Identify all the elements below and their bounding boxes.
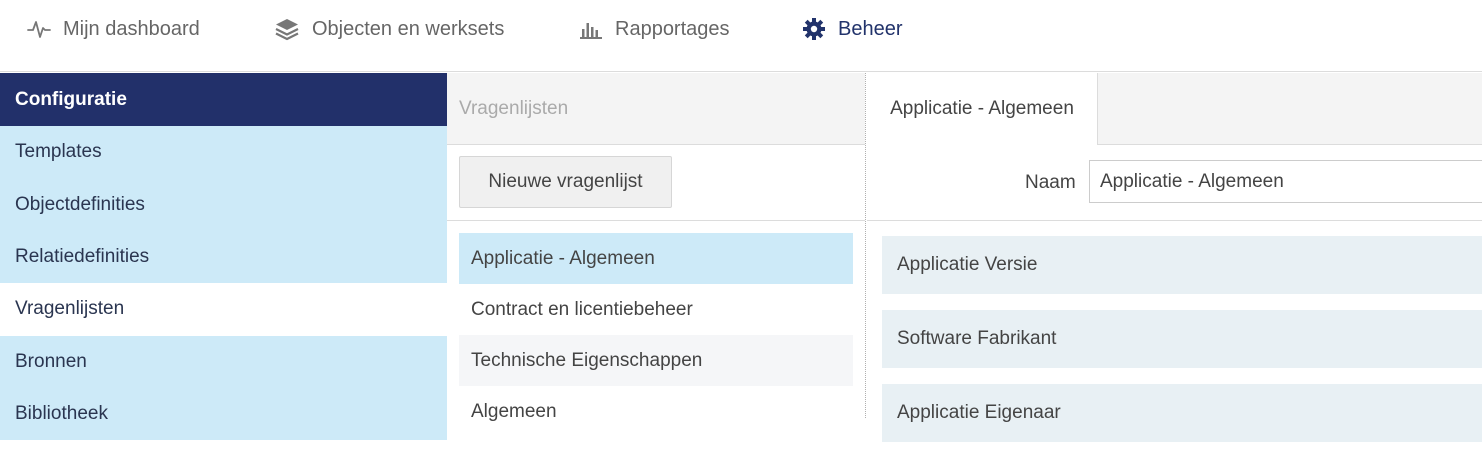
tab-applicatie-algemeen[interactable]: Applicatie - Algemeen: [867, 73, 1098, 145]
sidebar-item-bronnen[interactable]: Bronnen: [0, 335, 447, 388]
question-fields: Applicatie Versie Software Fabrikant App…: [882, 236, 1482, 458]
sidebar-item-bibliotheek[interactable]: Bibliotheek: [0, 387, 447, 441]
nav-label: Beheer: [838, 17, 903, 40]
name-form-row: Naam: [867, 145, 1482, 221]
nav-label: Objecten en werksets: [312, 17, 505, 40]
gear-icon: [802, 17, 826, 41]
activity-pulse-icon: [27, 17, 51, 41]
list-item[interactable]: Applicatie - Algemeen: [459, 233, 853, 284]
field-applicatie-versie[interactable]: Applicatie Versie: [882, 236, 1482, 294]
top-navigation: Mijn dashboard Objecten en werksets Rapp…: [0, 0, 1482, 72]
nav-label: Mijn dashboard: [63, 17, 200, 40]
list-item[interactable]: Algemeen: [459, 386, 853, 437]
layers-stack-icon: [274, 17, 300, 41]
panel-title: Vragenlijsten: [447, 73, 865, 145]
nav-objecten-en-werksets[interactable]: Objecten en werksets: [274, 0, 504, 58]
field-software-fabrikant[interactable]: Software Fabrikant: [882, 310, 1482, 368]
name-input[interactable]: [1089, 160, 1482, 203]
sidebar-header: Configuratie: [0, 73, 447, 126]
tab-bar: Applicatie - Algemeen: [867, 73, 1482, 145]
questionnaire-list-panel: Vragenlijsten Nieuwe vragenlijst Applica…: [447, 73, 866, 422]
bar-chart-icon: [579, 18, 603, 40]
nav-mijn-dashboard[interactable]: Mijn dashboard: [27, 0, 200, 58]
new-questionnaire-button[interactable]: Nieuwe vragenlijst: [459, 156, 672, 208]
questionnaire-list: Applicatie - Algemeen Contract en licent…: [459, 233, 853, 437]
sidebar-item-templates[interactable]: Templates: [0, 126, 447, 179]
field-applicatie-eigenaar[interactable]: Applicatie Eigenaar: [882, 384, 1482, 442]
nav-beheer[interactable]: Beheer: [802, 0, 903, 58]
questionnaire-detail-panel: Applicatie - Algemeen Naam Applicatie Ve…: [867, 73, 1482, 442]
sidebar-item-relatiedefinities[interactable]: Relatiedefinities: [0, 230, 447, 284]
configuration-sidebar: Configuratie Templates Objectdefinities …: [0, 73, 447, 441]
nav-rapportages[interactable]: Rapportages: [579, 0, 730, 58]
panel-toolbar: Nieuwe vragenlijst: [447, 145, 865, 221]
sidebar-item-objectdefinities[interactable]: Objectdefinities: [0, 178, 447, 231]
sidebar-item-vragenlijsten[interactable]: Vragenlijsten: [0, 283, 447, 336]
list-item[interactable]: Technische Eigenschappen: [459, 335, 853, 386]
name-label: Naam: [1025, 172, 1076, 193]
list-item[interactable]: Contract en licentiebeheer: [459, 284, 853, 335]
nav-label: Rapportages: [615, 17, 730, 40]
